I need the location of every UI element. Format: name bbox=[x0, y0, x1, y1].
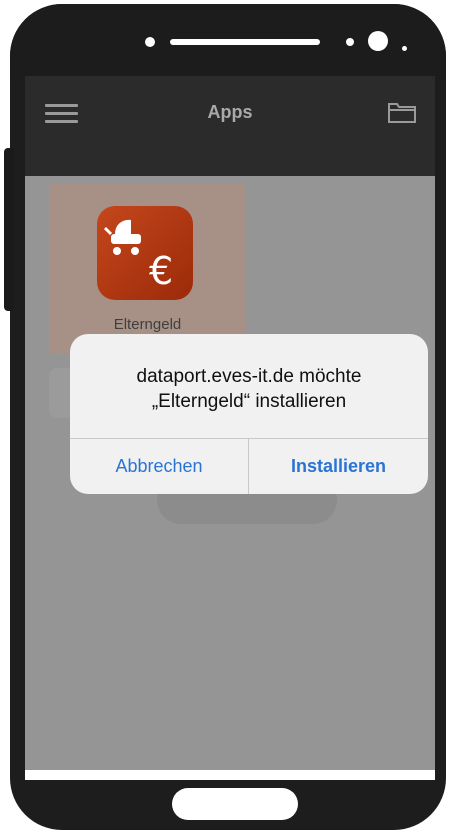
svg-text:€: € bbox=[149, 249, 173, 293]
dialog-message-line2: „Elterngeld“ installieren bbox=[151, 391, 347, 412]
app-label: Elterngeld bbox=[113, 316, 182, 333]
sensor-dot bbox=[346, 38, 354, 46]
speaker-slot bbox=[170, 39, 320, 45]
app-tile-elterngeld[interactable]: € Elterngeld bbox=[49, 184, 246, 354]
install-dialog: dataport.eves-it.de möchte „Elterngeld“ … bbox=[70, 334, 428, 494]
folder-icon[interactable] bbox=[387, 100, 417, 129]
stroller-euro-icon: € bbox=[97, 206, 193, 300]
install-button[interactable]: Installieren bbox=[249, 438, 428, 494]
page-title: Apps bbox=[207, 102, 253, 122]
phone-frame: Apps € Elterngeld dataport.eves-it.de mö… bbox=[10, 4, 446, 830]
front-camera bbox=[368, 31, 388, 51]
sensor-dot bbox=[145, 37, 155, 47]
app-header: Apps bbox=[25, 76, 435, 176]
screen: Apps € Elterngeld dataport.eves-it.de mö… bbox=[25, 76, 435, 770]
dialog-message: dataport.eves-it.de möchte „Elterngeld“ … bbox=[70, 364, 428, 414]
dialog-message-line1: dataport.eves-it.de möchte bbox=[136, 366, 362, 387]
screen-bottom-edge bbox=[25, 770, 435, 780]
side-button bbox=[4, 148, 14, 311]
home-button[interactable] bbox=[172, 788, 298, 820]
cancel-button[interactable]: Abbrechen bbox=[70, 438, 248, 494]
sensor-dot bbox=[402, 46, 407, 51]
